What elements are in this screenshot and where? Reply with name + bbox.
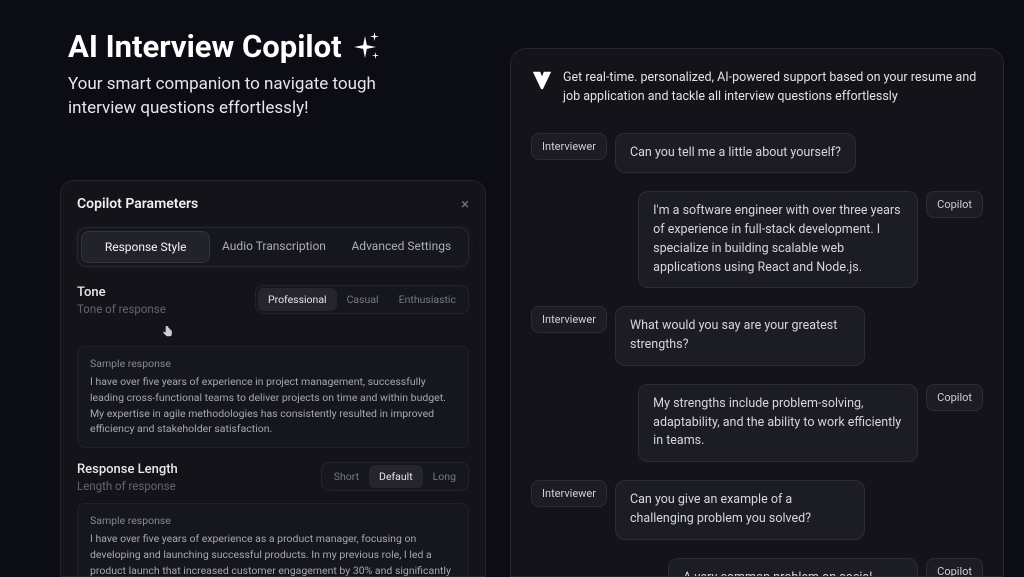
hero-title: AI Interview Copilot	[68, 28, 448, 65]
copilot-pill: Copilot	[926, 384, 983, 411]
chat-row-copilot: A very common problem on social media pl…	[531, 558, 983, 577]
parameter-tabs: Response Style Audio Transcription Advan…	[77, 227, 469, 267]
interviewer-pill: Interviewer	[531, 306, 607, 333]
tone-sample-card: Sample response I have over five years o…	[77, 346, 469, 448]
interviewer-pill: Interviewer	[531, 133, 607, 160]
chat-intro-text: Get real-time. personalized, AI-powered …	[563, 69, 983, 107]
tab-advanced-settings[interactable]: Advanced Settings	[338, 231, 465, 263]
length-option-default[interactable]: Default	[369, 465, 423, 488]
tone-sample-body: I have over five years of experience in …	[90, 374, 456, 437]
tone-section: Tone Tone of response Professional Casua…	[77, 285, 469, 448]
tone-label: Tone	[77, 285, 166, 300]
length-segmented-control: Short Default Long	[321, 462, 469, 491]
tone-option-professional[interactable]: Professional	[258, 288, 337, 311]
chat-row-copilot: My strengths include problem-solving, ad…	[531, 384, 983, 462]
close-icon[interactable]: ×	[461, 195, 469, 213]
interviewer-pill: Interviewer	[531, 480, 607, 507]
length-sample-body: I have over five years of experience as …	[90, 531, 456, 577]
length-label: Response Length	[77, 462, 178, 477]
copilot-pill: Copilot	[926, 191, 983, 218]
pointer-cursor-icon	[161, 324, 175, 340]
length-sublabel: Length of response	[77, 479, 178, 493]
panel-header: Copilot Parameters ×	[77, 195, 469, 213]
sparkle-icon	[352, 32, 382, 62]
brand-logo-icon	[531, 69, 553, 91]
copilot-pill: Copilot	[926, 558, 983, 577]
tone-sublabel: Tone of response	[77, 302, 166, 316]
copilot-bubble: I'm a software engineer with over three …	[638, 191, 918, 288]
chat-row-interviewer: Interviewer Can you give an example of a…	[531, 480, 983, 540]
length-sample-title: Sample response	[90, 514, 456, 527]
tab-audio-transcription[interactable]: Audio Transcription	[210, 231, 337, 263]
hero-subtitle: Your smart companion to navigate tough i…	[68, 73, 448, 121]
length-section: Response Length Length of response Short…	[77, 462, 469, 577]
chat-area: Interviewer Can you tell me a little abo…	[531, 133, 983, 577]
tab-response-style[interactable]: Response Style	[81, 231, 210, 263]
tone-option-enthusiastic[interactable]: Enthusiastic	[389, 288, 466, 311]
length-option-long[interactable]: Long	[423, 465, 466, 488]
chat-row-copilot: I'm a software engineer with over three …	[531, 191, 983, 288]
panel-title: Copilot Parameters	[77, 196, 198, 212]
copilot-bubble: My strengths include problem-solving, ad…	[638, 384, 918, 462]
interviewer-bubble: Can you give an example of a challenging…	[615, 480, 865, 540]
copilot-bubble: A very common problem on social media pl…	[668, 558, 918, 577]
length-option-short[interactable]: Short	[324, 465, 369, 488]
tone-option-casual[interactable]: Casual	[337, 288, 389, 311]
interviewer-bubble: What would you say are your greatest str…	[615, 306, 865, 366]
length-sample-card: Sample response I have over five years o…	[77, 503, 469, 577]
copilot-parameters-panel: Copilot Parameters × Response Style Audi…	[60, 180, 486, 577]
chat-panel: Get real-time. personalized, AI-powered …	[510, 48, 1004, 577]
chat-panel-header: Get real-time. personalized, AI-powered …	[531, 69, 983, 107]
hero-title-text: AI Interview Copilot	[68, 28, 342, 65]
interviewer-bubble: Can you tell me a little about yourself?	[615, 133, 856, 174]
tone-sample-title: Sample response	[90, 357, 456, 370]
tone-segmented-control: Professional Casual Enthusiastic	[255, 285, 469, 314]
chat-row-interviewer: Interviewer What would you say are your …	[531, 306, 983, 366]
chat-row-interviewer: Interviewer Can you tell me a little abo…	[531, 133, 983, 174]
hero: AI Interview Copilot Your smart companio…	[68, 28, 448, 121]
